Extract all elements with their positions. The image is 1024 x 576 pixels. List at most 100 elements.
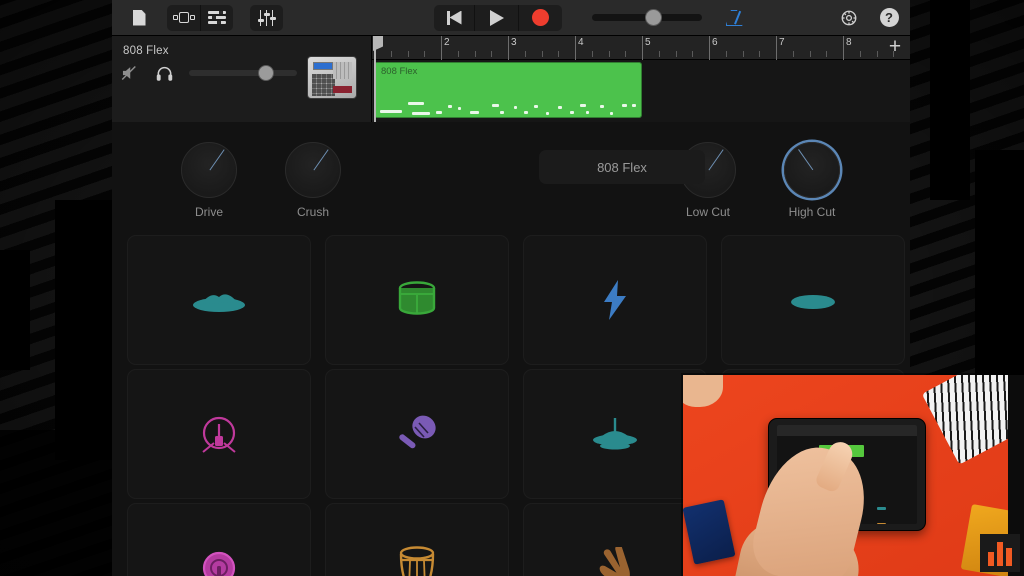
rewind-icon xyxy=(446,10,462,25)
knob-crush-pointer xyxy=(313,149,329,171)
sub-tick xyxy=(407,51,409,57)
clap-hand-icon xyxy=(599,547,630,576)
pad-open-hihat[interactable] xyxy=(523,369,707,499)
knob-drive-pointer xyxy=(209,149,225,171)
bar-tick xyxy=(508,36,509,60)
settings-button[interactable] xyxy=(834,5,864,31)
sub-tick xyxy=(759,51,761,57)
bar-number: 3 xyxy=(511,37,517,48)
bar-number: 7 xyxy=(779,37,785,48)
mixer-button-inner[interactable] xyxy=(250,5,283,31)
track-controls xyxy=(120,64,297,82)
track-name-label: 808 Flex xyxy=(123,45,169,57)
sub-tick xyxy=(474,51,476,57)
pad-tom[interactable] xyxy=(127,503,311,576)
mixer-button[interactable] xyxy=(250,4,283,31)
bar-tick xyxy=(642,36,643,60)
bar-number: 4 xyxy=(578,37,584,48)
loop-region-icon xyxy=(172,11,195,24)
sub-tick xyxy=(457,51,459,57)
knob-high-cut[interactable]: High Cut xyxy=(784,142,840,219)
track-list-icon xyxy=(208,11,226,24)
transport-group xyxy=(434,4,562,31)
knob-low-cut-pointer xyxy=(708,149,724,171)
record-icon xyxy=(532,9,549,26)
sub-tick xyxy=(625,51,627,57)
loop-browser-button[interactable] xyxy=(167,5,200,31)
sub-tick xyxy=(792,51,794,57)
sub-tick xyxy=(675,51,677,57)
timeline[interactable]: 12345678 808 Flex xyxy=(372,36,910,122)
closed-hihat-icon xyxy=(791,295,835,309)
pad-closed-hihat[interactable] xyxy=(721,235,905,365)
help-icon: ? xyxy=(879,8,899,27)
gear-icon xyxy=(841,10,857,25)
knob-drive-label: Drive xyxy=(194,205,223,219)
sub-tick xyxy=(608,51,610,57)
pad-kick-drum[interactable] xyxy=(127,369,311,499)
pad-crash-cymbal[interactable] xyxy=(127,235,311,365)
bar-tick xyxy=(843,36,844,60)
master-volume-knob[interactable] xyxy=(644,9,662,26)
track-volume-knob[interactable] xyxy=(258,65,275,81)
lightning-bolt-icon xyxy=(604,280,626,320)
play-button[interactable] xyxy=(474,4,518,31)
round-drum-icon xyxy=(202,551,236,576)
kick-drum-icon xyxy=(202,416,236,453)
webcam-overlay xyxy=(683,375,1024,576)
metronome-button[interactable] xyxy=(719,5,749,31)
bar-number: 6 xyxy=(712,37,718,48)
rewind-button[interactable] xyxy=(434,5,474,31)
region-label: 808 Flex xyxy=(381,66,418,77)
sub-tick xyxy=(491,51,493,57)
conga-drum-icon xyxy=(399,546,435,576)
channel-logo xyxy=(980,534,1020,572)
bar-number: 2 xyxy=(444,37,450,48)
sub-tick xyxy=(725,51,727,57)
master-volume-slider[interactable] xyxy=(592,6,702,30)
knob-drive-dial[interactable] xyxy=(181,142,237,198)
drum-machine-icon[interactable] xyxy=(307,56,357,99)
sub-tick xyxy=(424,51,426,57)
knob-high-cut-dial[interactable] xyxy=(784,142,840,198)
track-header[interactable]: 808 Flex xyxy=(112,36,372,122)
view-toggle-group xyxy=(167,4,233,31)
pad-snare-drum[interactable] xyxy=(325,235,509,365)
track-volume-slider[interactable] xyxy=(189,64,297,82)
sub-tick xyxy=(524,51,526,57)
knob-crush[interactable]: Crush xyxy=(285,142,341,219)
document-icon xyxy=(132,9,146,26)
sub-tick xyxy=(558,51,560,57)
sub-tick xyxy=(541,51,543,57)
sub-tick xyxy=(742,51,744,57)
knob-drive[interactable]: Drive xyxy=(181,142,237,219)
help-button[interactable]: ? xyxy=(874,5,904,31)
metronome-icon xyxy=(725,9,743,26)
sub-tick xyxy=(876,51,878,57)
track-view-button[interactable] xyxy=(200,4,233,31)
knob-crush-dial[interactable] xyxy=(285,142,341,198)
knob-high-cut-label: High Cut xyxy=(788,205,836,219)
knob-crush-label: Crush xyxy=(296,205,329,219)
sub-tick xyxy=(658,51,660,57)
pad-clap[interactable] xyxy=(523,503,707,576)
record-button[interactable] xyxy=(518,4,562,31)
pad-zap[interactable] xyxy=(523,235,707,365)
midi-region-808-flex[interactable]: 808 Flex xyxy=(374,62,642,118)
add-track-button[interactable]: + xyxy=(885,36,905,58)
sub-tick xyxy=(809,51,811,57)
track-volume-track xyxy=(189,70,297,76)
bar-tick xyxy=(441,36,442,60)
pad-conga[interactable] xyxy=(325,503,509,576)
instrument-controls: Drive Crush Low Cut High Cut xyxy=(112,122,910,239)
mixer-faders-icon xyxy=(257,9,276,26)
pad-shaker[interactable] xyxy=(325,369,509,499)
headphones-icon[interactable] xyxy=(156,65,173,81)
sub-tick xyxy=(826,51,828,57)
speaker-mute-icon[interactable] xyxy=(120,65,139,81)
preset-name-button[interactable]: 808 Flex xyxy=(539,150,705,184)
playhead[interactable] xyxy=(373,36,383,122)
timeline-ruler[interactable]: 12345678 xyxy=(372,36,910,60)
my-songs-button[interactable] xyxy=(124,5,154,31)
sub-tick xyxy=(390,51,392,57)
